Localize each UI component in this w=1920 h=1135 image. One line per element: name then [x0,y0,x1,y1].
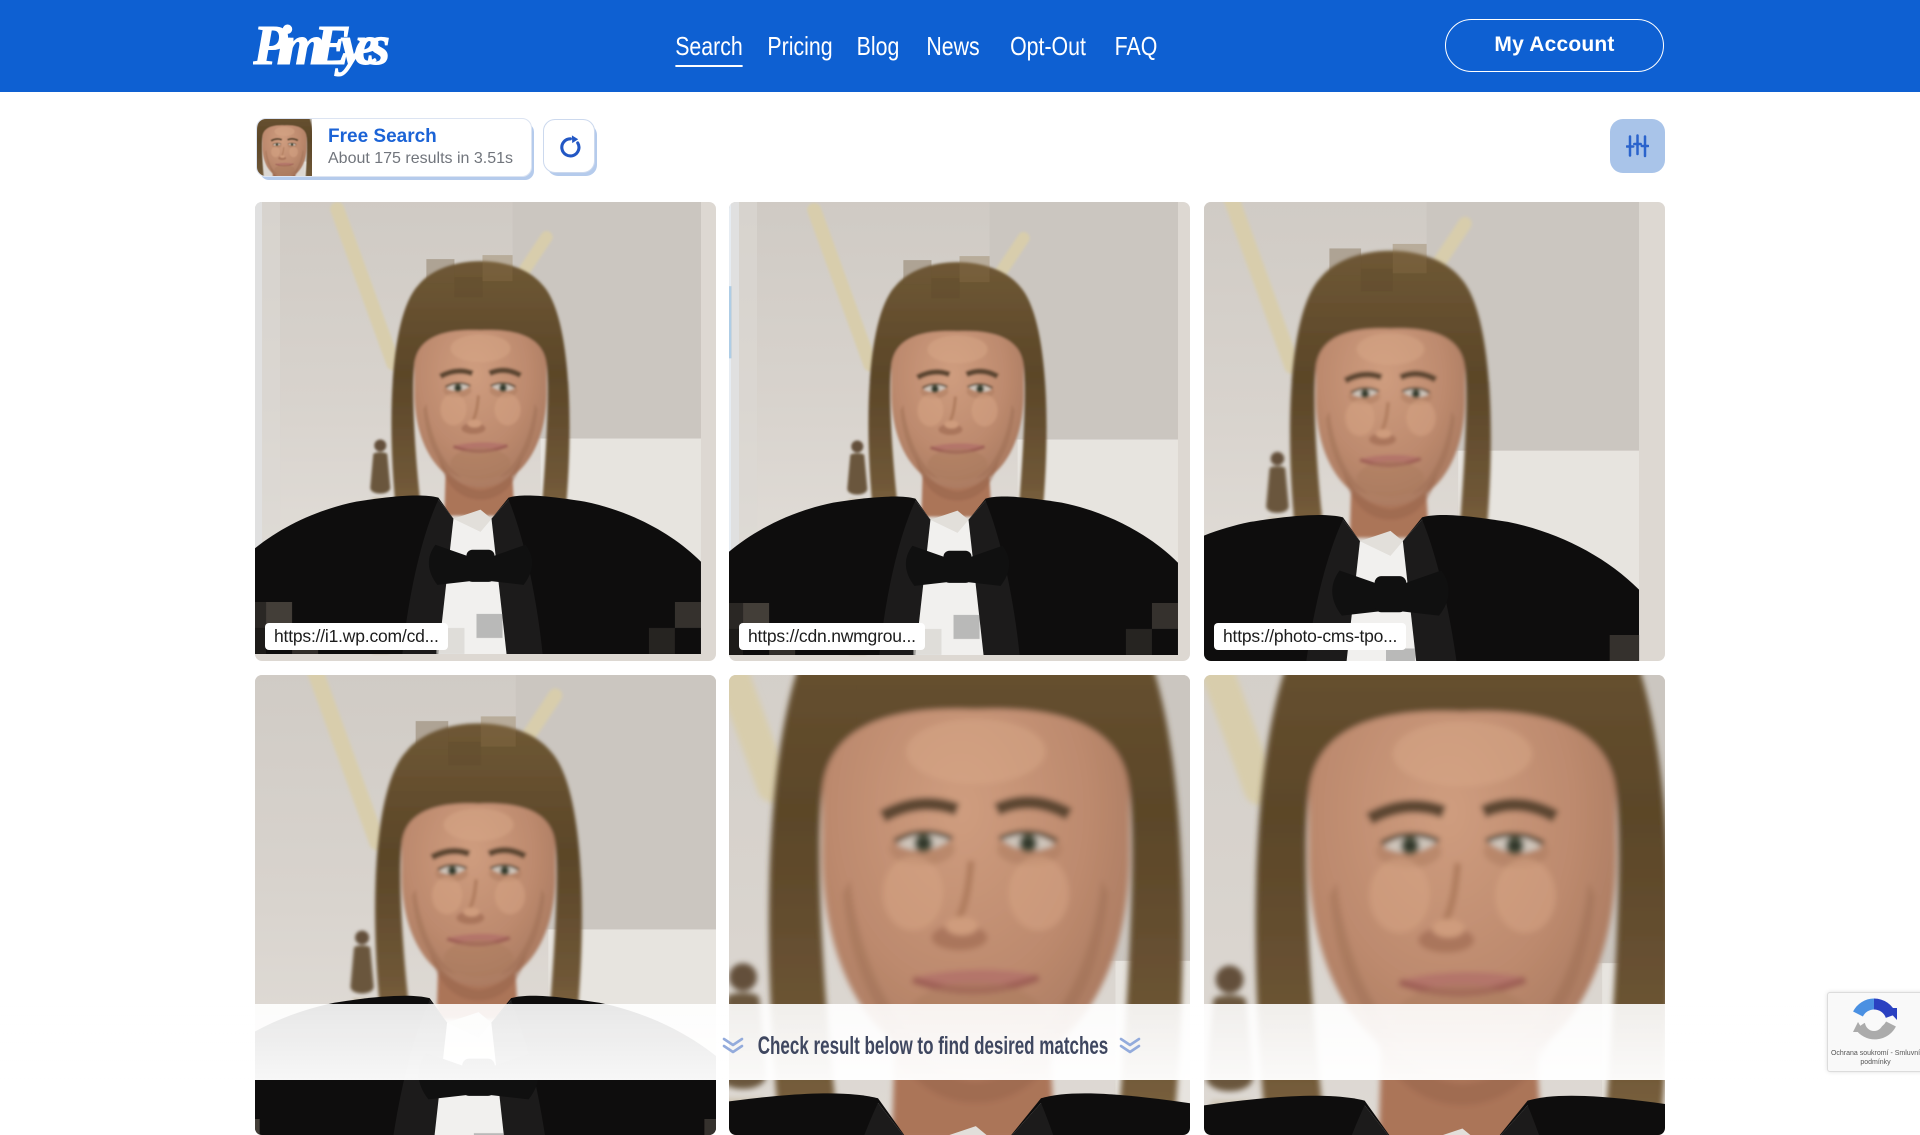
svg-text:PimEyes: PimEyes [253,15,390,77]
